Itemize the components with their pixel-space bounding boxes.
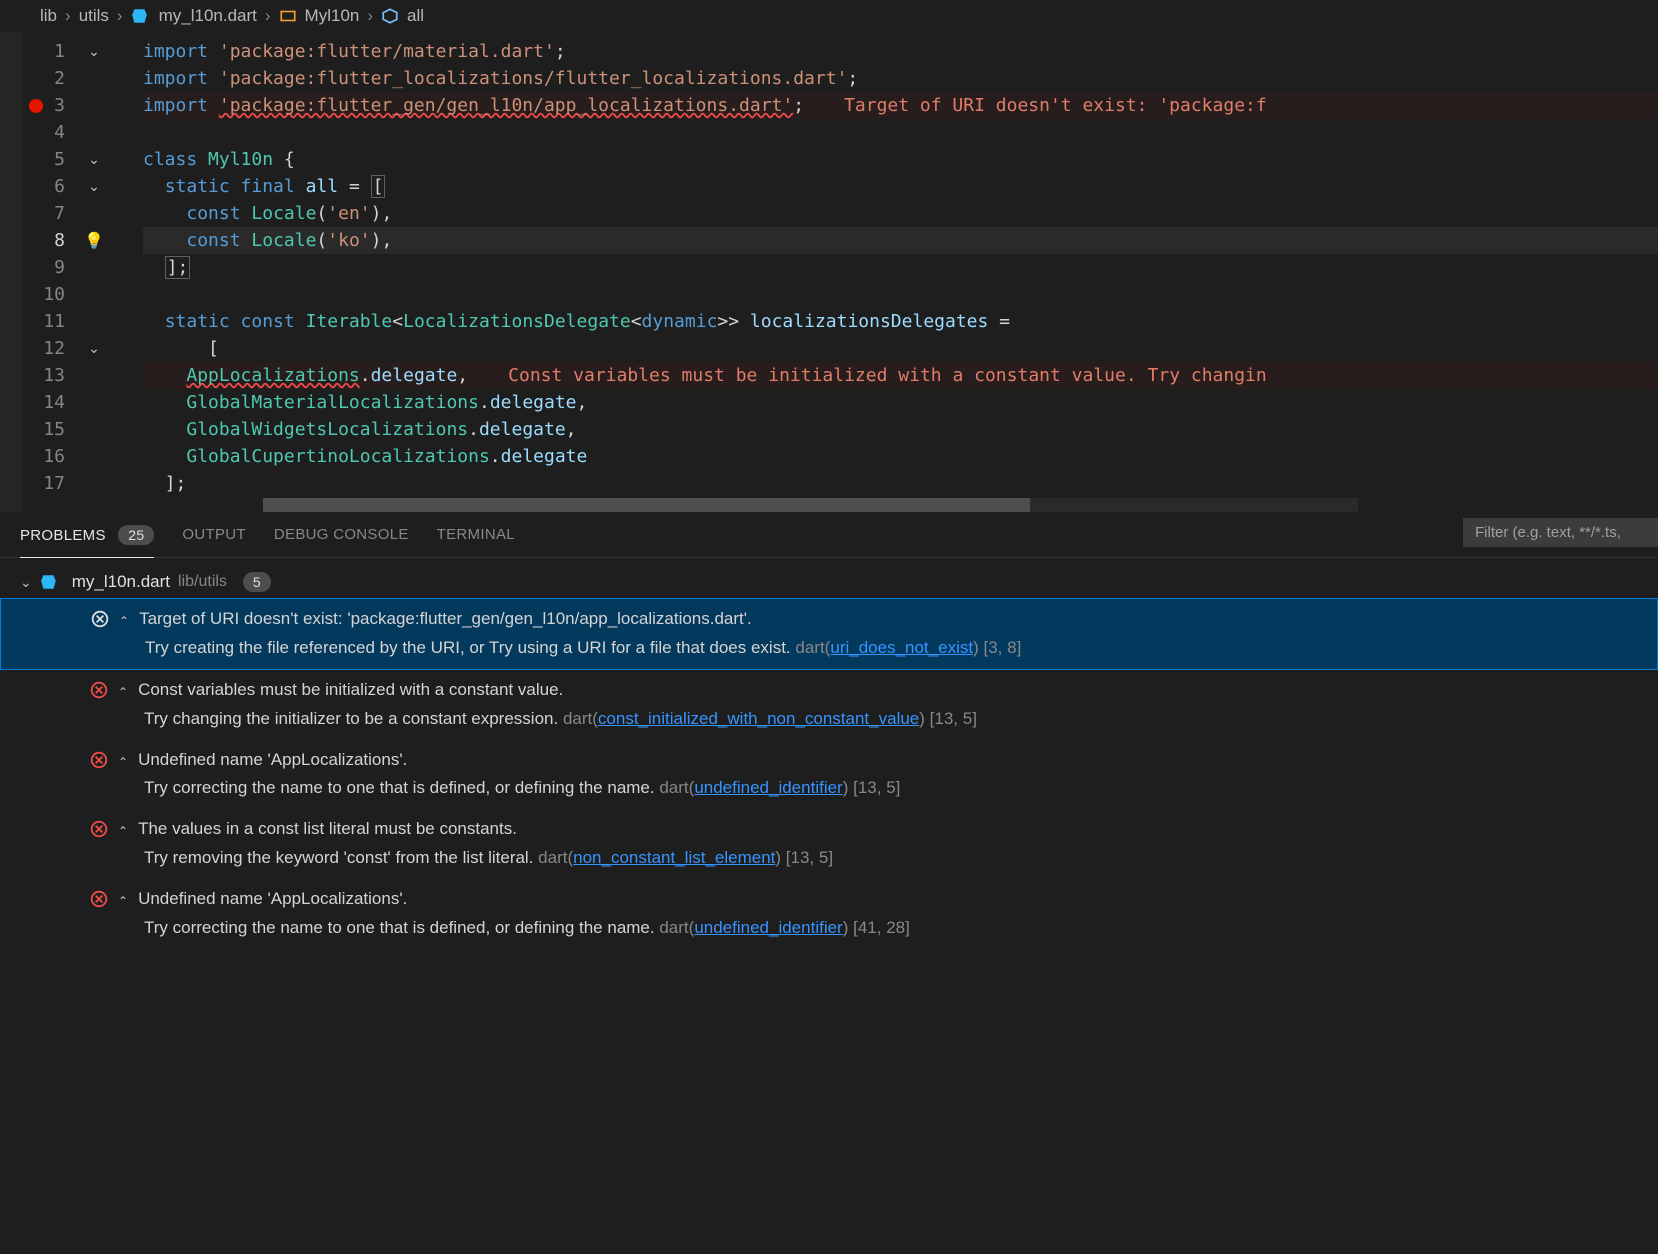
inline-error: Const variables must be initialized with… <box>468 365 1267 386</box>
line-number: 12 <box>23 338 83 359</box>
tab-problems[interactable]: PROBLEMS 25 <box>20 521 154 558</box>
code-content[interactable]: import 'package:flutter/material.dart'; … <box>143 32 1658 512</box>
breakpoint-icon[interactable] <box>29 99 43 113</box>
lightbulb-icon[interactable]: 💡 <box>84 231 104 251</box>
dart-file-icon <box>40 573 58 591</box>
breadcrumb-seg-class[interactable]: Myl10n <box>305 6 360 26</box>
problem-item[interactable]: ⌃ The values in a const list literal must… <box>0 809 1658 879</box>
problem-message: Undefined name 'AppLocalizations'. <box>138 746 407 775</box>
problem-location: [13, 5] <box>853 778 900 797</box>
horizontal-scrollbar[interactable] <box>263 498 1358 512</box>
line-number: 9 <box>23 257 83 278</box>
error-icon <box>91 610 109 628</box>
problem-item[interactable]: ⌃ Undefined name 'AppLocalizations'. Try c… <box>0 740 1658 810</box>
problems-count-badge: 25 <box>118 525 154 545</box>
chevron-up-icon[interactable]: ⌃ <box>118 682 128 702</box>
field-symbol-icon <box>381 7 399 25</box>
chevron-down-icon[interactable]: ⌄ <box>88 43 100 60</box>
problem-item[interactable]: ⌃ Const variables must be initialized wit… <box>0 670 1658 740</box>
error-icon <box>90 820 108 838</box>
problem-hint: Try changing the initializer to be a con… <box>144 709 558 728</box>
breadcrumb-seg-folder[interactable]: lib <box>40 6 57 26</box>
chevron-up-icon[interactable]: ⌃ <box>118 752 128 772</box>
problem-message: Const variables must be initialized with… <box>138 676 563 705</box>
problem-location: [13, 5] <box>786 848 833 867</box>
line-number: 10 <box>23 284 83 305</box>
tab-terminal[interactable]: TERMINAL <box>437 520 515 549</box>
breadcrumb: lib › utils › my_l10n.dart › Myl10n › al… <box>0 0 1658 32</box>
chevron-down-icon[interactable]: ⌄ <box>88 178 100 195</box>
problem-file-header[interactable]: ⌄ my_l10n.dart lib/utils 5 <box>0 566 1658 598</box>
line-number: 5 <box>23 149 83 170</box>
problem-message: Undefined name 'AppLocalizations'. <box>138 885 407 914</box>
chevron-right-icon: › <box>117 6 123 26</box>
problem-source: dart( <box>795 638 830 657</box>
breadcrumb-seg-file[interactable]: my_l10n.dart <box>159 6 257 26</box>
tab-output[interactable]: OUTPUT <box>182 520 245 549</box>
breadcrumb-seg-field[interactable]: all <box>407 6 424 26</box>
line-number: 14 <box>23 392 83 413</box>
problem-link[interactable]: const_initialized_with_non_constant_valu… <box>598 709 919 728</box>
chevron-right-icon: › <box>65 6 71 26</box>
chevron-down-icon[interactable]: ⌄ <box>88 151 100 168</box>
problem-source: dart( <box>659 778 694 797</box>
problem-message: The values in a const list literal must … <box>138 815 517 844</box>
problem-hint: Try correcting the name to one that is d… <box>144 778 655 797</box>
problem-source: dart( <box>563 709 598 728</box>
chevron-up-icon[interactable]: ⌃ <box>118 821 128 841</box>
line-number: 15 <box>23 419 83 440</box>
line-number: 8 <box>23 230 83 251</box>
line-number: 13 <box>23 365 83 386</box>
chevron-down-icon[interactable]: ⌄ <box>88 340 100 357</box>
problem-link[interactable]: non_constant_list_element <box>573 848 775 867</box>
line-number: 4 <box>23 122 83 143</box>
line-number: 16 <box>23 446 83 467</box>
problem-location: [13, 5] <box>930 709 977 728</box>
breadcrumb-seg-folder[interactable]: utils <box>79 6 109 26</box>
gutter: 1 ⌄ 2 3 4 5 ⌄ 6 ⌄ 7 8💡 9 10 11 12 ⌄ 13 14 15… <box>23 32 143 512</box>
chevron-down-icon[interactable]: ⌄ <box>20 574 32 591</box>
editor[interactable]: 1 ⌄ 2 3 4 5 ⌄ 6 ⌄ 7 8💡 9 10 11 12 ⌄ 13 14 15… <box>0 32 1658 512</box>
problem-location: [41, 28] <box>853 918 910 937</box>
problem-source: dart( <box>659 918 694 937</box>
problem-item[interactable]: ⌃ Undefined name 'AppLocalizations'. Try c… <box>0 879 1658 949</box>
activity-strip <box>0 32 23 512</box>
problem-hint: Try creating the file referenced by the … <box>145 638 791 657</box>
problems-list: ⌄ my_l10n.dart lib/utils 5 ⌃ Target of UR… <box>0 558 1658 957</box>
error-icon <box>90 890 108 908</box>
line-number: 3 <box>43 95 83 116</box>
panel-tabs: PROBLEMS 25 OUTPUT DEBUG CONSOLE TERMINA… <box>0 512 1658 558</box>
problem-location: [3, 8] <box>983 638 1021 657</box>
chevron-up-icon[interactable]: ⌃ <box>119 611 129 631</box>
problem-source: dart( <box>538 848 573 867</box>
problem-link[interactable]: undefined_identifier <box>694 918 842 937</box>
line-number: 11 <box>23 311 83 332</box>
error-icon <box>90 681 108 699</box>
class-symbol-icon <box>279 7 297 25</box>
problem-link[interactable]: undefined_identifier <box>694 778 842 797</box>
line-number: 2 <box>23 68 83 89</box>
error-icon <box>90 751 108 769</box>
filter-input[interactable]: Filter (e.g. text, **/*.ts, <box>1463 518 1658 547</box>
problem-hint: Try correcting the name to one that is d… <box>144 918 655 937</box>
file-problems-count-badge: 5 <box>243 572 271 592</box>
line-number: 7 <box>23 203 83 224</box>
inline-error: Target of URI doesn't exist: 'package:f <box>804 95 1267 116</box>
tab-debug-console[interactable]: DEBUG CONSOLE <box>274 520 409 549</box>
problem-item[interactable]: ⌃ Target of URI doesn't exist: 'package:f… <box>0 598 1658 670</box>
line-number: 17 <box>23 473 83 494</box>
chevron-up-icon[interactable]: ⌃ <box>118 891 128 911</box>
line-number: 6 <box>23 176 83 197</box>
line-number: 1 <box>23 41 83 62</box>
dart-file-icon <box>131 7 149 25</box>
chevron-right-icon: › <box>265 6 271 26</box>
problem-link[interactable]: uri_does_not_exist <box>830 638 973 657</box>
problem-message: Target of URI doesn't exist: 'package:fl… <box>139 605 752 634</box>
problem-hint: Try removing the keyword 'const' from th… <box>144 848 533 867</box>
chevron-right-icon: › <box>367 6 373 26</box>
